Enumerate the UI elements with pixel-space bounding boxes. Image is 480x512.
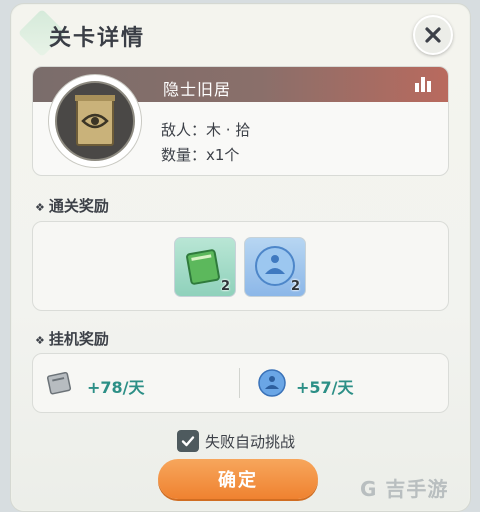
divider <box>239 368 240 398</box>
confirm-button[interactable]: 确定 <box>158 459 318 499</box>
stage-card: 隐士旧居 敌人：木 · 拾 数量：x1个 <box>32 66 449 176</box>
watermark-logo: G 吉手游 <box>360 470 448 504</box>
enemy-portrait-frame <box>49 75 141 167</box>
checkmark-icon <box>181 436 195 447</box>
idle-rewards-label: 挂机奖励 <box>48 330 109 348</box>
enemy-info: 敌人：木 · 拾 <box>161 121 251 139</box>
bar-chart-icon <box>427 81 431 92</box>
stage-name: 隐士旧居 <box>163 80 232 99</box>
bar-chart-icon <box>421 77 425 92</box>
reward-item[interactable]: 2 <box>174 237 236 297</box>
enemy-count: 数量：x1个 <box>161 146 240 164</box>
stats-button[interactable] <box>406 70 440 98</box>
confirm-label: 确定 <box>218 470 258 491</box>
reward-item[interactable]: 2 <box>244 237 306 297</box>
stage-details-dialog: 关卡详情 隐士旧居 敌人：木 · 拾 数量：x1个 ❖ 通关奖励 2 2 ❖ 挂… <box>10 3 471 512</box>
close-button[interactable] <box>413 15 453 55</box>
clear-rewards-heading: ❖ 通关奖励 <box>35 195 109 216</box>
idle-rewards-heading: ❖ 挂机奖励 <box>35 328 109 349</box>
clear-rewards-box: 2 2 <box>32 221 449 311</box>
reward-count: 2 <box>290 279 300 294</box>
auto-challenge-label: 失败自动挑战 <box>205 432 296 451</box>
auto-challenge-checkbox[interactable] <box>177 430 199 452</box>
reward-count: 2 <box>220 279 230 294</box>
diamond-bullet-icon: ❖ <box>35 334 45 347</box>
enemy-portrait <box>55 81 135 161</box>
clear-rewards-label: 通关奖励 <box>48 197 109 215</box>
close-icon <box>425 27 441 43</box>
auto-challenge-row[interactable]: 失败自动挑战 <box>177 429 295 453</box>
eye-scroll-icon <box>75 95 115 146</box>
dialog-title: 关卡详情 <box>49 26 146 51</box>
idle-rewards-box: +78/天 +57/天 <box>32 353 449 413</box>
blue-orb-icon <box>258 369 286 397</box>
diamond-bullet-icon: ❖ <box>35 201 45 214</box>
silver-scroll-icon <box>46 371 72 395</box>
idle-reward-value: +78/天 <box>87 378 145 397</box>
idle-reward-value: +57/天 <box>296 378 354 397</box>
watermark-text: G 吉手游 <box>360 476 449 501</box>
bar-chart-icon <box>415 83 419 92</box>
